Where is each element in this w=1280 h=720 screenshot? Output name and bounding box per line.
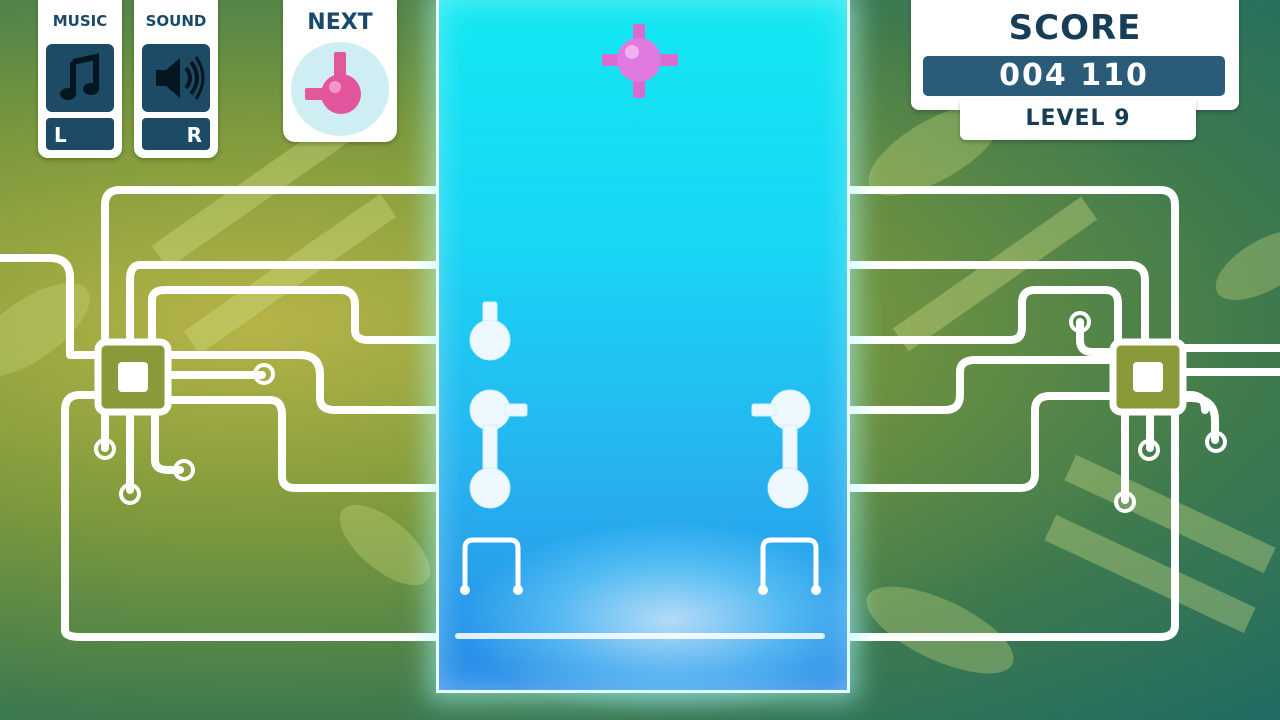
score-label: SCORE [1008,8,1142,48]
music-key-hint: L [46,118,114,150]
next-piece-preview [291,42,389,136]
hook-end [758,585,768,595]
hook-end [460,585,470,595]
connector-piece [469,467,511,509]
pink-connector-piece-icon [305,52,361,114]
music-label: MUSIC [52,12,108,30]
hook-end [513,585,523,595]
sound-label: SOUND [145,12,207,30]
hook-end [811,585,821,595]
level-label: LEVEL 9 [1025,106,1131,131]
music-toggle-button[interactable] [46,44,114,112]
score-value: 004 110 [923,56,1225,96]
connector-stub [504,403,528,417]
energy-beam [455,633,825,639]
music-control[interactable]: MUSIC L [38,0,122,158]
next-label: NEXT [307,10,373,35]
sound-key-hint: R [142,118,210,150]
sound-toggle-button[interactable] [142,44,210,112]
falling-piece[interactable] [602,24,678,98]
connector-piece [767,467,809,509]
music-note-icon [60,53,99,100]
connector-stub [751,403,777,417]
sound-control[interactable]: SOUND R [134,0,218,158]
connector-piece [469,319,511,361]
well-hook-left [462,537,521,591]
sound-key-label: R [186,123,202,147]
connector-piece [469,389,511,431]
connector-link [782,424,798,476]
score-panel: SCORE 004 110 [911,0,1239,110]
next-piece-panel: NEXT [283,0,397,142]
level-panel: LEVEL 9 [960,100,1196,140]
music-key-label: L [54,123,67,147]
speaker-icon [156,56,205,100]
well-hook-right [760,537,819,591]
